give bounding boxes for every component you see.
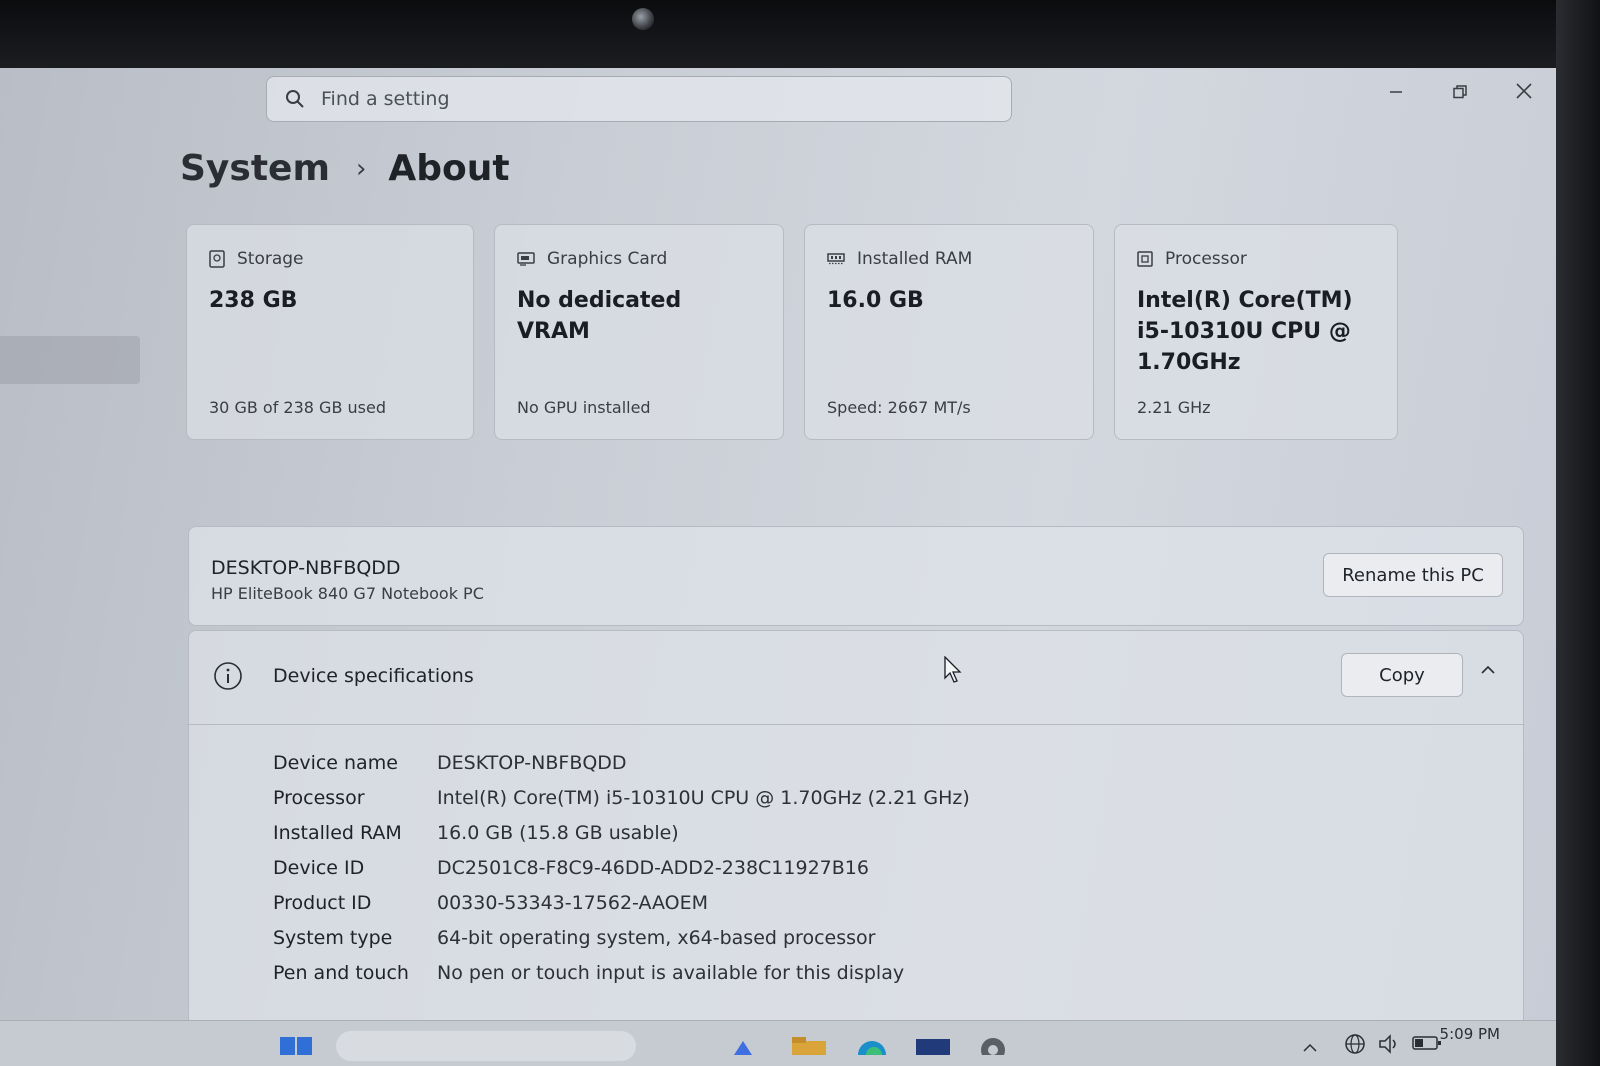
- minimize-icon: [1389, 80, 1403, 104]
- pc-name-panel: DESKTOP-NBFBQDD HP EliteBook 840 G7 Note…: [188, 526, 1524, 626]
- processor-icon: [1137, 251, 1153, 267]
- spec-value: 16.0 GB (15.8 GB usable): [437, 821, 679, 844]
- ram-card[interactable]: Installed RAM 16.0 GB Speed: 2667 MT/s: [804, 224, 1094, 440]
- copy-button[interactable]: Copy: [1341, 653, 1463, 697]
- laptop-bezel-top: [0, 0, 1600, 70]
- processor-value: Intel(R) Core(TM) i5-10310U CPU @ 1.70GH…: [1137, 288, 1353, 375]
- copilot-icon[interactable]: [730, 1033, 756, 1055]
- store-icon[interactable]: [916, 1033, 950, 1055]
- ram-speed: Speed: 2667 MT/s: [827, 398, 971, 417]
- graphics-card-icon: [517, 252, 535, 266]
- spec-row-pen-and-touch: Pen and touch No pen or touch input is a…: [273, 955, 970, 990]
- webcam: [632, 8, 654, 30]
- close-icon: [1516, 80, 1532, 104]
- spec-rows: Device name DESKTOP-NBFBQDD Processor In…: [273, 745, 970, 990]
- spec-row-system-type: System type 64-bit operating system, x64…: [273, 920, 970, 955]
- taskbar: 5:09 PM: [0, 1020, 1556, 1066]
- chevron-right-icon: ›: [355, 153, 367, 184]
- spec-key: Processor: [273, 786, 365, 809]
- spec-key: Device name: [273, 751, 398, 774]
- close-button[interactable]: [1506, 74, 1542, 110]
- spec-key: Product ID: [273, 891, 372, 914]
- device-specifications-panel: Device specifications Copy Device name D…: [188, 630, 1524, 1066]
- ram-value: 16.0 GB: [827, 288, 924, 313]
- battery-icon[interactable]: [1412, 1035, 1442, 1057]
- restore-button[interactable]: [1442, 74, 1478, 110]
- processor-card[interactable]: Processor Intel(R) Core(TM) i5-10310U CP…: [1114, 224, 1398, 440]
- processor-speed: 2.21 GHz: [1137, 398, 1211, 417]
- spec-key: Installed RAM: [273, 821, 402, 844]
- spec-value: DC2501C8-F8C9-46DD-ADD2-238C11927B16: [437, 856, 869, 879]
- breadcrumb-parent[interactable]: System: [180, 148, 330, 189]
- search-box[interactable]: Find a setting: [266, 76, 1012, 122]
- spec-value: 00330-53343-17562-AAOEM: [437, 891, 709, 914]
- search-input[interactable]: Find a setting: [321, 88, 450, 110]
- pc-model: HP EliteBook 840 G7 Notebook PC: [211, 584, 484, 603]
- ram-label: Installed RAM: [857, 249, 973, 269]
- spec-key: Device ID: [273, 856, 365, 879]
- device-specifications-title: Device specifications: [273, 665, 474, 687]
- ram-icon: [827, 253, 845, 265]
- spec-value: Intel(R) Core(TM) i5-10310U CPU @ 1.70GH…: [437, 786, 970, 809]
- graphics-card-card[interactable]: Graphics Card No dedicated VRAM No GPU i…: [494, 224, 784, 440]
- pc-name: DESKTOP-NBFBQDD: [211, 557, 401, 579]
- page-title: About: [388, 148, 510, 189]
- storage-value: 238 GB: [209, 288, 298, 313]
- spec-value: No pen or touch input is available for t…: [437, 961, 905, 984]
- graphics-label: Graphics Card: [547, 249, 668, 269]
- rename-pc-button[interactable]: Rename this PC: [1323, 553, 1503, 597]
- spec-key: Pen and touch: [273, 961, 409, 984]
- storage-card[interactable]: Storage 238 GB 30 GB of 238 GB used: [186, 224, 474, 440]
- minimize-button[interactable]: [1378, 74, 1414, 110]
- chevron-up-tray-icon[interactable]: [1302, 1037, 1318, 1059]
- mouse-cursor-icon: [944, 655, 964, 688]
- taskbar-clock[interactable]: 5:09 PM: [1440, 1025, 1500, 1043]
- spec-row-device-name: Device name DESKTOP-NBFBQDD: [273, 745, 970, 780]
- settings-window: Find a setting System › About Storage 23…: [0, 68, 1556, 1066]
- spec-row-product-id: Product ID 00330-53343-17562-AAOEM: [273, 885, 970, 920]
- laptop-bezel-right: [1556, 0, 1600, 1066]
- processor-label: Processor: [1165, 249, 1247, 269]
- restore-icon: [1453, 80, 1467, 104]
- sidebar-selected-item[interactable]: [0, 336, 140, 384]
- settings-app-icon[interactable]: [978, 1033, 1008, 1062]
- file-explorer-icon[interactable]: [792, 1033, 826, 1055]
- volume-icon[interactable]: [1378, 1033, 1400, 1055]
- search-icon: [285, 89, 305, 109]
- spec-row-device-id: Device ID DC2501C8-F8C9-46DD-ADD2-238C11…: [273, 850, 970, 885]
- start-icon[interactable]: [280, 1033, 312, 1055]
- taskbar-search[interactable]: [336, 1031, 636, 1061]
- info-icon: [213, 661, 243, 695]
- chevron-up-icon[interactable]: [1479, 661, 1497, 683]
- spec-key: System type: [273, 926, 393, 949]
- spec-value: DESKTOP-NBFBQDD: [437, 751, 627, 774]
- storage-label: Storage: [237, 249, 304, 269]
- device-specifications-header[interactable]: Device specifications Copy: [189, 631, 1523, 725]
- graphics-sub: No GPU installed: [517, 398, 651, 417]
- storage-usage: 30 GB of 238 GB used: [209, 398, 386, 417]
- breadcrumb: System › About: [180, 148, 510, 189]
- graphics-value: No dedicated VRAM: [517, 288, 682, 344]
- globe-network-icon[interactable]: [1344, 1033, 1366, 1055]
- storage-icon: [209, 250, 225, 268]
- edge-icon[interactable]: [856, 1033, 888, 1055]
- spec-row-installed-ram: Installed RAM 16.0 GB (15.8 GB usable): [273, 815, 970, 850]
- spec-value: 64-bit operating system, x64-based proce…: [437, 926, 876, 949]
- spec-row-processor: Processor Intel(R) Core(TM) i5-10310U CP…: [273, 780, 970, 815]
